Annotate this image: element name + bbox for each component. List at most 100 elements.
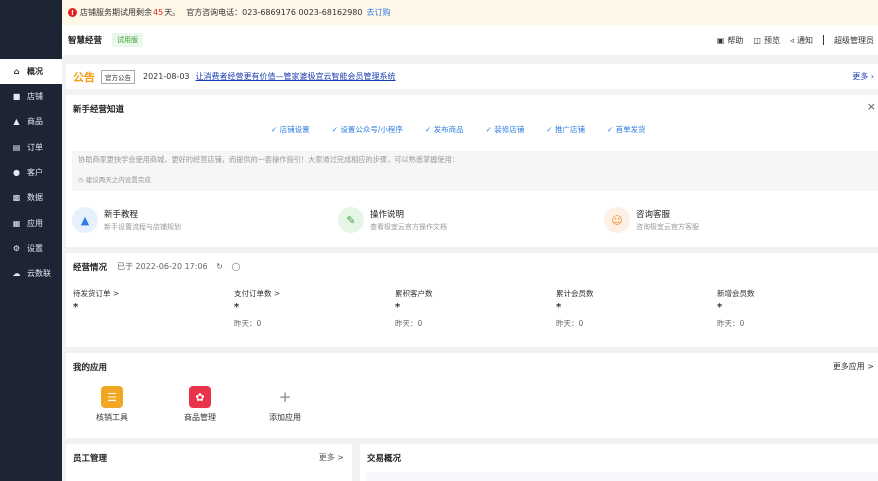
app-verify-tool[interactable]: ☰ 核销工具 — [87, 386, 137, 423]
plus-icon: + — [278, 388, 292, 406]
sidebar-item-apps[interactable]: ▦ 应用 — [0, 211, 62, 236]
check-circle-icon: ✓ — [424, 125, 432, 134]
guide-item-title: 新手教程 — [104, 210, 139, 220]
trial-text: 店铺服务期试用剩余 — [80, 8, 152, 17]
sidebar-item-overview[interactable]: ⌂ 概况 — [0, 59, 62, 84]
staff-management-card: 员工管理 更多 > — [66, 444, 352, 481]
business-title: 经营情况 — [73, 263, 108, 273]
step-label: 首单发货 — [615, 125, 646, 134]
sidebar-item-cloud[interactable]: ☁ 云数联 — [0, 261, 62, 286]
guide-steps: ✓ 店铺设置 ✓ 设置公众号/小程序 ✓ 发布商品 ✓ 装修店铺 ✓ 推广店铺 … — [271, 124, 646, 135]
eye-off-icon[interactable]: ◯ — [231, 262, 240, 271]
cloud-icon: ☁ — [12, 268, 21, 278]
order-icon: ▤ — [12, 142, 21, 152]
stat-label: 累积客户数 — [395, 289, 433, 298]
sidebar-item-label: 商品 — [27, 117, 43, 126]
sidebar-item-settings[interactable]: ⚙ 设置 — [0, 236, 62, 261]
help-button[interactable]: ▣ 帮助 — [717, 35, 744, 46]
app-add[interactable]: + 添加应用 — [260, 386, 310, 423]
stat-yesterday: 昨天：0 — [556, 319, 584, 328]
stat-pending-orders[interactable]: 待发货订单 > * — [73, 288, 223, 318]
stat-new-members: 新增会员数 * 昨天：0 — [717, 288, 867, 329]
app-label: 商品管理 — [184, 413, 216, 422]
apps-icon: ▦ — [12, 218, 21, 228]
sidebar-item-label: 概况 — [27, 67, 43, 76]
sidebar: ⌂ 概况 ■ 店铺 ▲ 商品 ▤ 订单 ● 客户 ▩ 数据 ▦ 应用 ⚙ 设置 ☁ 云数联 — [0, 0, 62, 481]
guide-item-support[interactable]: ☺ 咨询客服 咨询极宜云官方客服 — [604, 207, 699, 233]
step-label: 店铺设置 — [279, 125, 310, 134]
subscribe-link[interactable]: 去订购 — [366, 7, 390, 18]
stat-value: * — [234, 302, 240, 313]
check-circle-icon: ✓ — [606, 125, 614, 134]
guide-tip: ◷ 建议两天之内设置完成 — [78, 174, 151, 184]
notify-button[interactable]: ◃ 通知 — [790, 35, 813, 46]
staff-more-link[interactable]: 更多 > — [319, 452, 344, 463]
sidebar-item-data[interactable]: ▩ 数据 — [0, 185, 62, 210]
customer-service-icon: ☺ — [604, 207, 630, 233]
trade-overview-card: 交易概况 — [360, 444, 878, 481]
gear-icon: ⚙ — [12, 243, 21, 253]
app-goods-manage[interactable]: ✿ 商品管理 — [175, 386, 225, 423]
sidebar-item-orders[interactable]: ▤ 订单 — [0, 135, 62, 160]
step-store-settings[interactable]: ✓ 店铺设置 — [271, 124, 310, 135]
announcement-card: 公告 官方公告 2021-08-03 让消费者经营更有价值—管家婆极宜云智能会员… — [66, 64, 878, 89]
guide-item-sub: 新手设置流程与店铺规划 — [104, 223, 181, 231]
trial-notice-bar: ! 店铺服务期试用剩余 45 天。 官方咨询电话：023-6869176 0023-… — [62, 0, 878, 25]
stat-total-customers: 累积客户数 * 昨天：0 — [395, 288, 545, 329]
sidebar-item-label: 客户 — [27, 168, 43, 177]
my-apps-card: 我的应用 更多应用 > ☰ 核销工具 ✿ 商品管理 + 添加应用 — [66, 353, 878, 438]
trade-title: 交易概况 — [367, 454, 402, 464]
sidebar-item-label: 数据 — [27, 193, 43, 202]
sidebar-item-store[interactable]: ■ 店铺 — [0, 84, 62, 109]
barcode-icon: ☰ — [101, 386, 123, 408]
check-circle-icon: ✓ — [271, 125, 278, 134]
sidebar-item-goods[interactable]: ▲ 商品 — [0, 109, 62, 134]
support-phone: 官方咨询电话：023-6869176 0023-68162980 — [186, 8, 363, 17]
sidebar-item-customers[interactable]: ● 客户 — [0, 160, 62, 185]
trade-content — [366, 472, 878, 481]
guide-item-title: 操作说明 — [370, 210, 405, 220]
stat-value: * — [717, 302, 723, 313]
divider — [823, 35, 824, 45]
staff-title: 员工管理 — [73, 454, 108, 464]
guide-item-manual[interactable]: ✎ 操作说明 查看极宜云官方操作文档 — [338, 207, 447, 233]
shopping-bag-icon: ✿ — [189, 386, 211, 408]
sidebar-item-label: 云数联 — [27, 269, 51, 278]
guide-title: 新手经营知道 — [73, 105, 125, 115]
refresh-icon[interactable]: ↻ — [216, 262, 223, 271]
trial-suffix: 天。 — [164, 8, 181, 17]
announcement-more-link[interactable]: 更多 › — [852, 71, 874, 82]
guide-item-sub: 查看极宜云官方操作文档 — [370, 223, 447, 231]
announcement-link[interactable]: 让消费者经营更有价值—管家婆极宜云智能会员管理系统 — [196, 71, 396, 82]
app-label: 添加应用 — [269, 413, 301, 422]
preview-button[interactable]: ◫ 预览 — [753, 35, 780, 46]
step-label: 推广店铺 — [554, 125, 585, 134]
stat-value: * — [556, 302, 562, 313]
step-label: 装修店铺 — [494, 125, 525, 134]
close-icon[interactable]: × — [867, 100, 876, 113]
stat-label: 支付订单数 > — [234, 289, 281, 298]
business-overview-card: 经营情况 已于 2022-06-20 17:06 ↻ ◯ 待发货订单 > * 支… — [66, 253, 878, 347]
more-apps-link[interactable]: 更多应用 > — [833, 361, 874, 372]
admin-menu[interactable]: 超级管理员 — [834, 35, 874, 46]
sidebar-item-label: 设置 — [27, 244, 43, 253]
sidebar-item-label: 订单 — [27, 143, 43, 152]
top-actions: ▣ 帮助 ◫ 预览 ◃ 通知 超级管理员 — [717, 25, 874, 55]
stat-value: * — [73, 302, 79, 313]
store-icon: ■ — [12, 91, 21, 101]
warning-icon: ! — [68, 8, 77, 17]
chevron-right-icon: › — [870, 72, 874, 81]
guide-description: 协助商家更快学会使用商城，更好的经营店铺，而提供的一套操作指引！大家通过完成相应… — [78, 155, 459, 164]
app-label: 核销工具 — [96, 413, 128, 422]
clock-icon: ◷ — [78, 176, 84, 184]
step-publish-goods[interactable]: ✓ 发布商品 — [425, 124, 464, 135]
step-first-delivery[interactable]: ✓ 首单发货 — [607, 124, 646, 135]
check-circle-icon: ✓ — [546, 125, 553, 134]
sidebar-item-label: 店铺 — [27, 92, 43, 101]
stat-paid-orders[interactable]: 支付订单数 > * 昨天：0 — [234, 288, 384, 329]
step-decorate-store[interactable]: ✓ 装修店铺 — [486, 124, 525, 135]
step-wechat-setup[interactable]: ✓ 设置公众号/小程序 — [332, 124, 403, 135]
step-label: 发布商品 — [433, 125, 464, 134]
guide-item-tutorial[interactable]: ▲ 新手教程 新手设置流程与店铺规划 — [72, 207, 181, 233]
step-promote-store[interactable]: ✓ 推广店铺 — [546, 124, 585, 135]
